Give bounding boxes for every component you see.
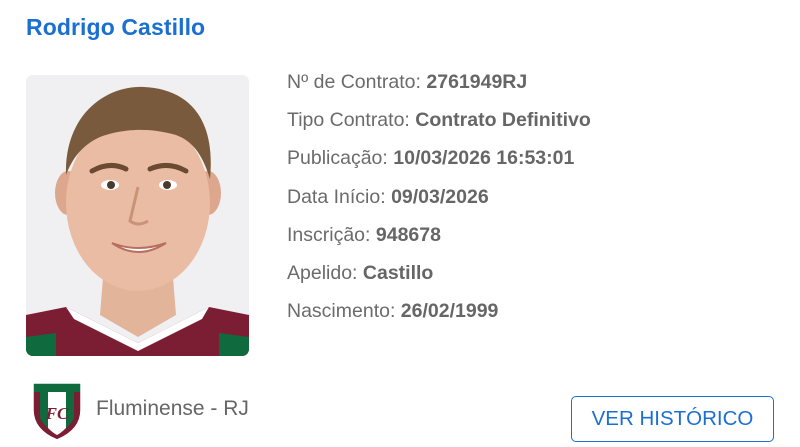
detail-value: Castillo <box>362 261 434 284</box>
detail-birth-date: Nascimento: 26/02/1999 <box>287 299 591 337</box>
detail-value: 09/03/2026 <box>391 185 489 208</box>
detail-contract-type: Tipo Contrato: Contrato Definitivo <box>287 108 591 146</box>
detail-label: Data Início: <box>287 185 386 208</box>
contract-details: Nº de Contrato: 2761949RJ Tipo Contrato:… <box>287 70 591 337</box>
detail-value: 2761949RJ <box>426 71 528 93</box>
detail-label: Inscrição: <box>287 223 371 246</box>
player-portrait-icon <box>26 75 249 356</box>
detail-contract-number: Nº de Contrato: 2761949RJ <box>287 70 591 108</box>
detail-publication: Publicação: 10/03/2026 16:53:01 <box>287 146 591 184</box>
club-crest-icon: FC <box>29 380 85 442</box>
detail-value: 10/03/2026 16:53:01 <box>393 147 575 170</box>
detail-registration: Inscrição: 948678 <box>287 223 591 261</box>
club-name: Fluminense - RJ <box>96 397 249 420</box>
svg-text:FC: FC <box>45 404 69 423</box>
detail-label: Tipo Contrato: <box>287 109 410 132</box>
detail-label: Nascimento: <box>287 300 396 323</box>
detail-value: Contrato Definitivo <box>415 109 591 132</box>
view-history-button[interactable]: VER HISTÓRICO <box>571 396 774 442</box>
detail-label: Apelido: <box>287 261 358 284</box>
detail-value: 948678 <box>375 223 441 246</box>
detail-label: Publicação: <box>287 147 388 170</box>
player-name: Rodrigo Castillo <box>26 14 206 40</box>
detail-value: 26/02/1999 <box>400 300 499 323</box>
player-photo <box>26 75 249 356</box>
detail-start-date: Data Início: 09/03/2026 <box>287 185 591 223</box>
detail-label: Nº de Contrato: <box>287 71 421 93</box>
detail-nickname: Apelido: Castillo <box>287 261 591 299</box>
